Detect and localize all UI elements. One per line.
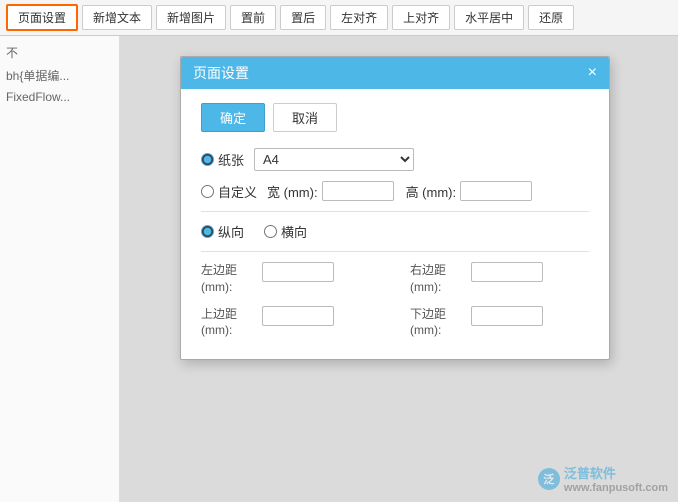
toolbar-btn-6[interactable]: 上对齐	[392, 5, 450, 30]
orientation-row: 纵向 横向	[201, 222, 589, 241]
toolbar-btn-1[interactable]: 新增文本	[82, 5, 152, 30]
custom-label: 自定义	[218, 182, 257, 201]
divider1	[201, 211, 589, 212]
width-label: 宽 (mm):	[267, 182, 318, 201]
toolbar-btn-5[interactable]: 左对齐	[330, 5, 388, 30]
toolbar: 页面设置新增文本新增图片置前置后左对齐上对齐水平居中还原	[0, 0, 678, 36]
right-margin-item: 右边距(mm):	[410, 262, 589, 296]
dialog-header: 页面设置 ×	[181, 57, 609, 89]
bottom-margin-input[interactable]	[471, 306, 543, 326]
top-margin-label: 上边距(mm):	[201, 306, 256, 340]
dialog-action-buttons: 确定 取消	[201, 103, 589, 132]
paper-radio[interactable]	[201, 153, 214, 166]
content-area: 页面设置 × 确定 取消 纸张 A4 A3	[120, 36, 678, 502]
dialog-close-button[interactable]: ×	[588, 65, 597, 81]
left-margin-label: 左边距(mm):	[201, 262, 256, 296]
sidebar-item-0: 不	[6, 44, 113, 61]
toolbar-btn-4[interactable]: 置后	[280, 5, 326, 30]
sidebar-item-2: FixedFlow...	[6, 90, 113, 104]
right-margin-input[interactable]	[471, 262, 543, 282]
top-margin-item: 上边距(mm):	[201, 306, 380, 340]
toolbar-btn-3[interactable]: 置前	[230, 5, 276, 30]
paper-size-row: 纸张 A4 A3 B5 Letter 自定义	[201, 148, 589, 171]
paper-label: 纸张	[218, 150, 244, 169]
cancel-button[interactable]: 取消	[273, 103, 337, 132]
right-margin-label: 右边距(mm):	[410, 262, 465, 296]
toolbar-btn-8[interactable]: 还原	[528, 5, 574, 30]
sidebar-item-1: bh{单据编...	[6, 67, 113, 84]
custom-radio-label[interactable]: 自定义	[201, 182, 257, 201]
toolbar-btn-0[interactable]: 页面设置	[6, 4, 78, 31]
toolbar-btn-2[interactable]: 新增图片	[156, 5, 226, 30]
custom-radio[interactable]	[201, 185, 214, 198]
toolbar-btn-7[interactable]: 水平居中	[454, 5, 524, 30]
dialog-body: 确定 取消 纸张 A4 A3 B5 Letter 自定义	[181, 89, 609, 359]
height-input[interactable]	[460, 181, 532, 201]
landscape-radio[interactable]	[264, 225, 277, 238]
left-margin-input[interactable]	[262, 262, 334, 282]
divider2	[201, 251, 589, 252]
page-settings-dialog: 页面设置 × 确定 取消 纸张 A4 A3	[180, 56, 610, 360]
bottom-margin-label: 下边距(mm):	[410, 306, 465, 340]
dialog-title: 页面设置	[193, 63, 249, 83]
main-area: 不 bh{单据编... FixedFlow... 页面设置 × 确定 取消 纸张	[0, 36, 678, 502]
confirm-button[interactable]: 确定	[201, 103, 265, 132]
margins-section: 左边距(mm): 右边距(mm): 上边距(mm):	[201, 262, 589, 339]
portrait-radio[interactable]	[201, 225, 214, 238]
portrait-label[interactable]: 纵向	[201, 222, 244, 241]
width-input[interactable]	[322, 181, 394, 201]
sidebar: 不 bh{单据编... FixedFlow...	[0, 36, 120, 502]
left-margin-item: 左边距(mm):	[201, 262, 380, 296]
landscape-label[interactable]: 横向	[264, 222, 307, 241]
paper-select[interactable]: A4 A3 B5 Letter 自定义	[254, 148, 414, 171]
paper-radio-label[interactable]: 纸张	[201, 150, 244, 169]
height-label: 高 (mm):	[406, 182, 457, 201]
top-margin-input[interactable]	[262, 306, 334, 326]
custom-size-row: 自定义 宽 (mm): 高 (mm):	[201, 181, 589, 201]
bottom-margin-item: 下边距(mm):	[410, 306, 589, 340]
